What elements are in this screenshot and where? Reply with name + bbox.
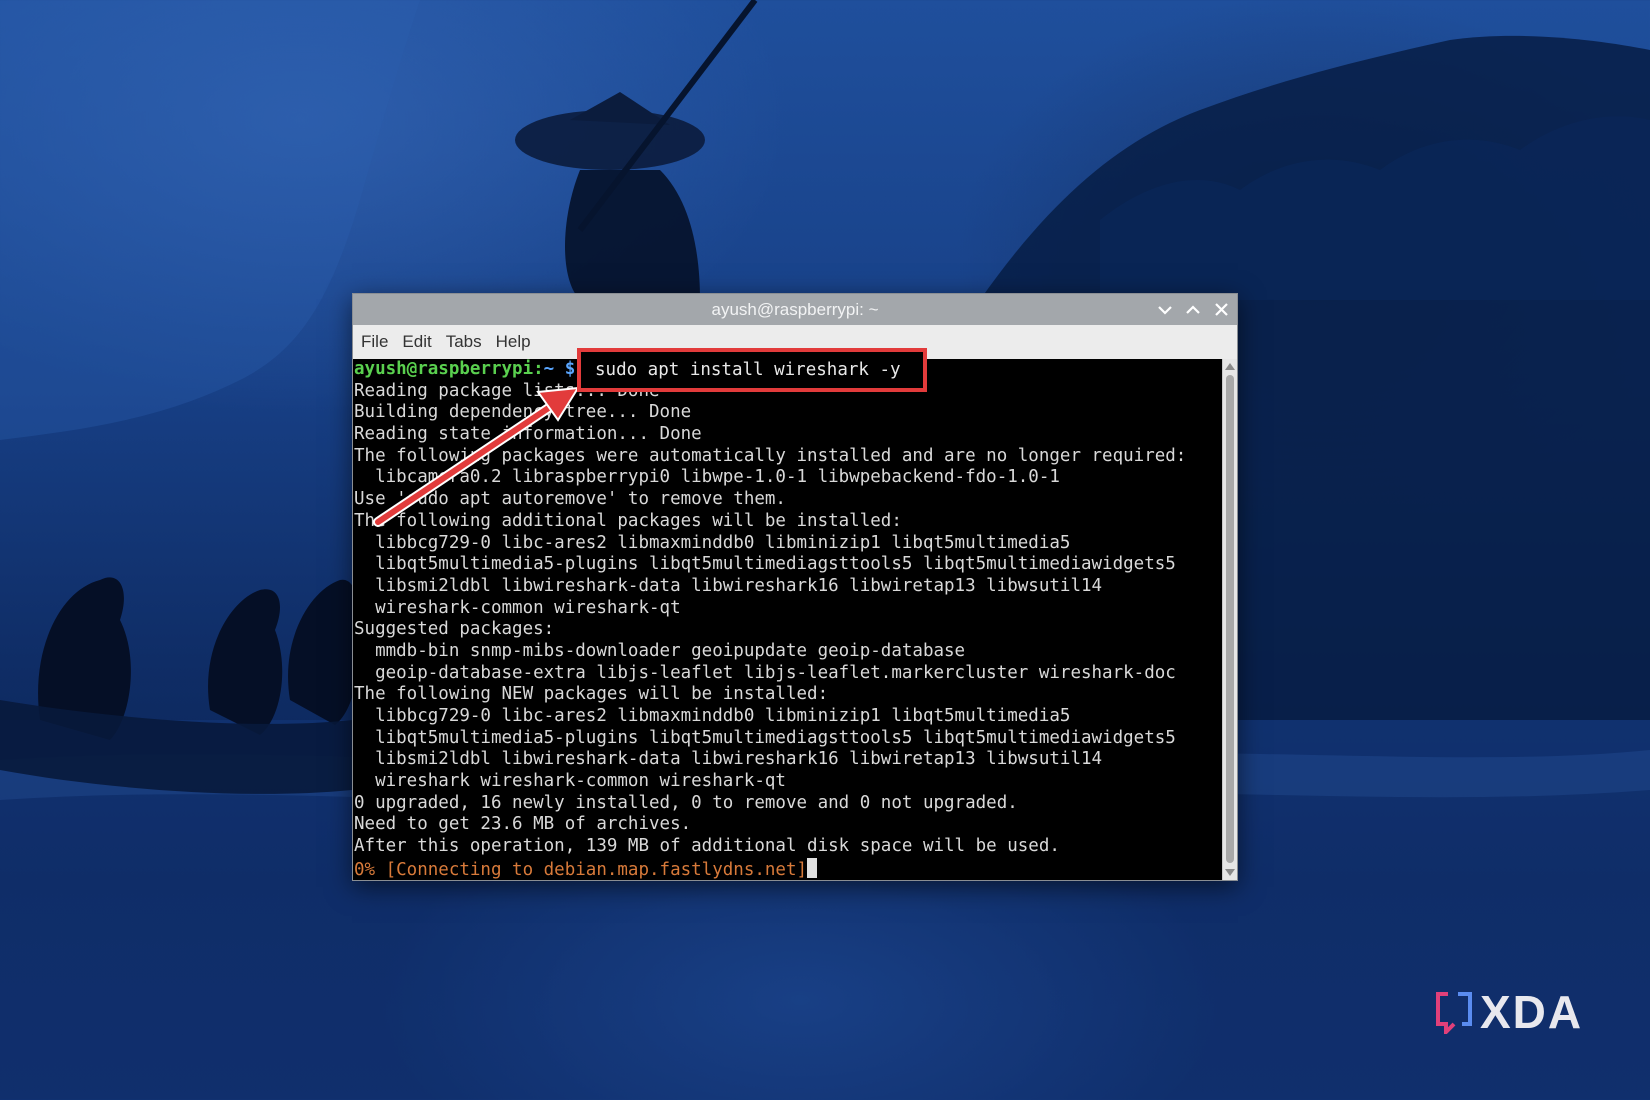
output-line: geoip-database-extra libjs-leaflet libjs…	[354, 662, 1176, 683]
output-line: Building dependency tree... Done	[354, 402, 692, 423]
maximize-button[interactable]	[1183, 300, 1203, 320]
close-button[interactable]	[1211, 300, 1231, 320]
output-line: 0 upgraded, 16 newly installed, 0 to rem…	[354, 792, 1018, 813]
xda-watermark: XDA	[1434, 985, 1583, 1039]
menu-help[interactable]: Help	[496, 332, 531, 352]
output-line: wireshark wireshark-common wireshark-qt	[354, 771, 786, 792]
menu-tabs[interactable]: Tabs	[446, 332, 482, 352]
output-line: Need to get 23.6 MB of archives.	[354, 814, 692, 835]
output-line: Use 'sudo apt autoremove' to remove them…	[354, 489, 786, 510]
output-line: libsmi2ldbl libwireshark-data libwiresha…	[354, 749, 1103, 770]
watermark-text: XDA	[1480, 986, 1584, 1038]
output-line: After this operation, 139 MB of addition…	[354, 836, 1060, 857]
output-line: The following additional packages will b…	[354, 510, 902, 531]
output-line: Suggested packages:	[354, 619, 555, 640]
scroll-up-icon[interactable]	[1225, 363, 1235, 370]
scroll-down-icon[interactable]	[1225, 869, 1235, 876]
vertical-scrollbar[interactable]	[1222, 359, 1237, 880]
output-line: libqt5multimedia5-plugins libqt5multimed…	[354, 727, 1176, 748]
terminal-output[interactable]: ayush@raspberrypi:~ $ Reading package li…	[353, 359, 1223, 880]
window-title: ayush@raspberrypi: ~	[711, 300, 879, 319]
prompt-path: ~ $	[543, 359, 576, 379]
title-bar[interactable]: ayush@raspberrypi: ~	[353, 294, 1237, 325]
prompt-user: ayush@raspberrypi:	[354, 359, 544, 379]
output-line: Reading state information... Done	[354, 424, 702, 445]
output-line: libqt5multimedia5-plugins libqt5multimed…	[354, 554, 1176, 575]
output-line: libcamera0.2 libraspberrypi0 libwpe-1.0-…	[354, 467, 1060, 488]
scroll-thumb[interactable]	[1226, 375, 1234, 863]
menu-edit[interactable]: Edit	[402, 332, 431, 352]
progress-text: 0% [Connecting to debian.map.fastlydns.n…	[354, 859, 808, 880]
text-cursor	[807, 857, 818, 878]
output-line: wireshark-common wireshark-qt	[354, 597, 681, 618]
output-line: libbcg729-0 libc-ares2 libmaxminddb0 lib…	[354, 532, 1071, 553]
output-line: mmdb-bin snmp-mibs-downloader geoipupdat…	[354, 640, 966, 661]
output-line: The following packages were automaticall…	[354, 445, 1187, 466]
output-line: The following NEW packages will be insta…	[354, 684, 829, 705]
highlighted-command: sudo apt install wireshark -y	[577, 348, 927, 392]
chevron-up-icon	[1186, 304, 1200, 314]
window-controls	[1155, 294, 1231, 325]
progress-line: 0% [Connecting to debian.map.fastlydns.n…	[353, 857, 1223, 880]
menu-file[interactable]: File	[361, 332, 388, 352]
close-icon	[1214, 303, 1228, 316]
output-line: libbcg729-0 libc-ares2 libmaxminddb0 lib…	[354, 706, 1071, 726]
output-line: libsmi2ldbl libwireshark-data libwiresha…	[354, 575, 1103, 596]
chevron-down-icon	[1158, 305, 1172, 315]
output-lines: Reading package lists... Done Building de…	[353, 381, 1223, 858]
minimize-button[interactable]	[1155, 300, 1175, 320]
xda-logo-icon	[1436, 992, 1472, 1034]
